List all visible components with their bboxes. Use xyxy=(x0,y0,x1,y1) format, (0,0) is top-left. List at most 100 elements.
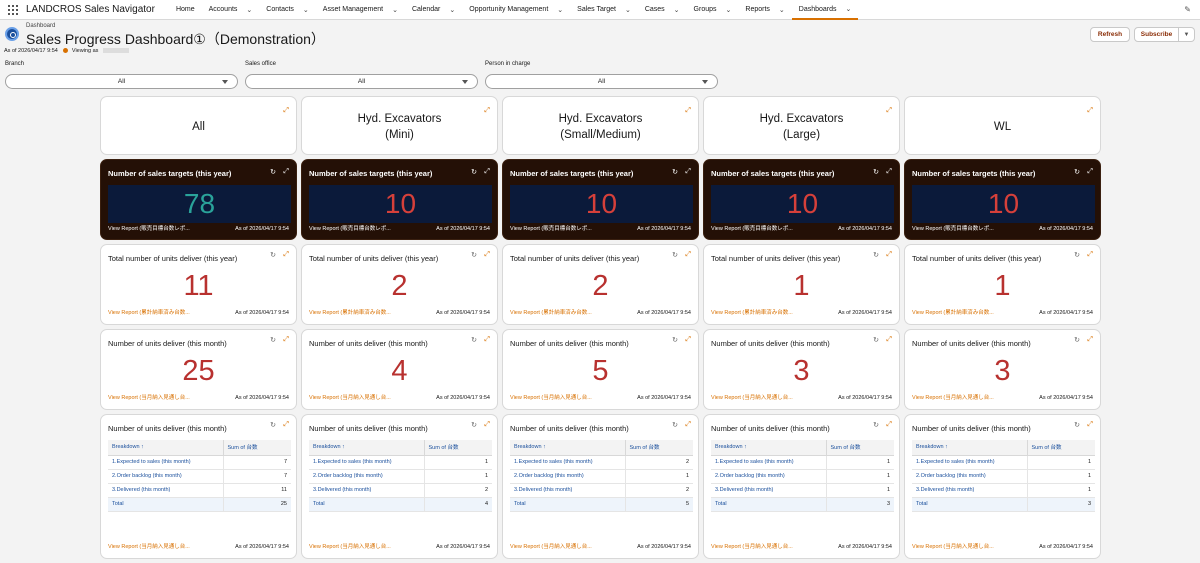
row-label[interactable]: 3.Delivered (this month) xyxy=(108,483,223,498)
refresh-icon[interactable]: ↻ xyxy=(270,421,276,429)
refresh-icon[interactable]: ↻ xyxy=(672,336,678,344)
expand-icon[interactable]: ⤢ xyxy=(283,251,289,259)
expand-icon[interactable]: ⤢ xyxy=(283,421,289,429)
view-report-link[interactable]: View Report (販売目標台数レポ... xyxy=(711,224,793,232)
refresh-icon[interactable]: ↻ xyxy=(672,251,678,259)
view-report-link[interactable]: View Report (当月納入見通し台... xyxy=(711,393,793,401)
refresh-icon[interactable]: ↻ xyxy=(270,251,276,259)
row-label[interactable]: 1.Expected to sales (this month) xyxy=(510,455,625,470)
expand-icon[interactable]: ⤢ xyxy=(685,421,691,429)
refresh-icon[interactable]: ↻ xyxy=(471,168,477,176)
view-report-link[interactable]: View Report (累計納車済み台数... xyxy=(309,308,391,316)
column-header-breakdown[interactable]: Breakdown ↑ xyxy=(912,440,1027,456)
column-header-breakdown[interactable]: Breakdown ↑ xyxy=(309,440,424,456)
row-label[interactable]: 3.Delivered (this month) xyxy=(309,483,424,498)
expand-icon[interactable]: ⤢ xyxy=(484,168,490,176)
refresh-icon[interactable]: ↻ xyxy=(471,336,477,344)
refresh-icon[interactable]: ↻ xyxy=(672,421,678,429)
expand-icon[interactable]: ⤢ xyxy=(484,251,490,259)
expand-icon[interactable]: ⤢ xyxy=(685,103,691,119)
refresh-icon[interactable]: ↻ xyxy=(873,251,879,259)
view-report-link[interactable]: View Report (当月納入見通し台... xyxy=(510,393,592,401)
chevron-down-icon[interactable]: ⌄ xyxy=(246,6,252,14)
expand-icon[interactable]: ⤢ xyxy=(685,168,691,176)
chevron-down-icon[interactable]: ⌄ xyxy=(449,6,455,14)
view-report-link[interactable]: View Report (販売目標台数レポ... xyxy=(108,224,190,232)
chevron-down-icon[interactable]: ⌄ xyxy=(726,6,732,14)
column-header-sum[interactable]: Sum of 台数 xyxy=(1026,440,1095,456)
expand-icon[interactable]: ⤢ xyxy=(484,103,490,119)
expand-icon[interactable]: ⤢ xyxy=(484,336,490,344)
nav-item-accounts[interactable]: Accounts ⌄ xyxy=(202,0,260,20)
column-header-sum[interactable]: Sum of 台数 xyxy=(423,440,492,456)
view-report-link[interactable]: View Report (累計納車済み台数... xyxy=(711,308,793,316)
view-report-link[interactable]: View Report (累計納車済み台数... xyxy=(510,308,592,316)
column-header-breakdown[interactable]: Breakdown ↑ xyxy=(108,440,223,456)
expand-icon[interactable]: ⤢ xyxy=(886,421,892,429)
refresh-icon[interactable]: ↻ xyxy=(471,421,477,429)
view-report-link[interactable]: View Report (当月納入見通し台... xyxy=(309,393,391,401)
chevron-down-icon[interactable]: ⌄ xyxy=(303,6,309,14)
refresh-icon[interactable]: ↻ xyxy=(471,251,477,259)
filter-select[interactable]: All xyxy=(245,74,478,89)
row-label[interactable]: 2.Order backlog (this month) xyxy=(912,469,1027,484)
nav-item-dashboards[interactable]: Dashboards ⌄ xyxy=(791,0,859,20)
refresh-icon[interactable]: ↻ xyxy=(672,168,678,176)
expand-icon[interactable]: ⤢ xyxy=(886,168,892,176)
nav-item-groups[interactable]: Groups ⌄ xyxy=(687,0,739,20)
expand-icon[interactable]: ⤢ xyxy=(1087,336,1093,344)
row-label[interactable]: 3.Delivered (this month) xyxy=(711,483,826,498)
nav-item-contacts[interactable]: Contacts ⌄ xyxy=(259,0,316,20)
nav-item-reports[interactable]: Reports ⌄ xyxy=(738,0,791,20)
expand-icon[interactable]: ⤢ xyxy=(1087,421,1093,429)
refresh-icon[interactable]: ↻ xyxy=(1074,168,1080,176)
expand-icon[interactable]: ⤢ xyxy=(886,103,892,119)
expand-icon[interactable]: ⤢ xyxy=(886,336,892,344)
row-label[interactable]: 3.Delivered (this month) xyxy=(912,483,1027,498)
view-report-link[interactable]: View Report (当月納入見通し台... xyxy=(711,542,793,550)
expand-icon[interactable]: ⤢ xyxy=(886,251,892,259)
refresh-icon[interactable]: ↻ xyxy=(270,168,276,176)
view-report-link[interactable]: View Report (当月納入見通し台... xyxy=(309,542,391,550)
expand-icon[interactable]: ⤢ xyxy=(283,168,289,176)
nav-item-sales-target[interactable]: Sales Target ⌄ xyxy=(570,0,638,20)
expand-icon[interactable]: ⤢ xyxy=(283,336,289,344)
row-label[interactable]: 3.Delivered (this month) xyxy=(510,483,625,498)
expand-icon[interactable]: ⤢ xyxy=(283,103,289,119)
expand-icon[interactable]: ⤢ xyxy=(1087,168,1093,176)
expand-icon[interactable]: ⤢ xyxy=(1087,103,1093,119)
view-report-link[interactable]: View Report (累計納車済み台数... xyxy=(912,308,994,316)
refresh-icon[interactable]: ↻ xyxy=(270,336,276,344)
view-report-link[interactable]: View Report (当月納入見通し台... xyxy=(912,542,994,550)
column-header-sum[interactable]: Sum of 台数 xyxy=(825,440,894,456)
view-report-link[interactable]: View Report (当月納入見通し台... xyxy=(108,542,190,550)
column-header-breakdown[interactable]: Breakdown ↑ xyxy=(711,440,826,456)
edit-nav-icon[interactable]: ✎ xyxy=(1184,5,1191,14)
nav-item-calendar[interactable]: Calendar ⌄ xyxy=(405,0,462,20)
view-report-link[interactable]: View Report (当月納入見通し台... xyxy=(510,542,592,550)
column-header-sum[interactable]: Sum of 台数 xyxy=(624,440,693,456)
nav-item-cases[interactable]: Cases ⌄ xyxy=(638,0,687,20)
view-report-link[interactable]: View Report (販売目標台数レポ... xyxy=(309,224,391,232)
row-label[interactable]: 1.Expected to sales (this month) xyxy=(108,455,223,470)
row-label[interactable]: 2.Order backlog (this month) xyxy=(309,469,424,484)
nav-item-home[interactable]: Home xyxy=(169,0,202,20)
nav-item-asset-management[interactable]: Asset Management ⌄ xyxy=(316,0,405,20)
more-actions-button[interactable]: ▼ xyxy=(1179,27,1195,42)
filter-select[interactable]: All xyxy=(5,74,238,89)
nav-item-opportunity-management[interactable]: Opportunity Management ⌄ xyxy=(462,0,570,20)
column-header-sum[interactable]: Sum of 台数 xyxy=(222,440,291,456)
row-label[interactable]: 2.Order backlog (this month) xyxy=(510,469,625,484)
app-launcher-icon[interactable] xyxy=(8,4,18,15)
row-label[interactable]: 2.Order backlog (this month) xyxy=(108,469,223,484)
expand-icon[interactable]: ⤢ xyxy=(1087,251,1093,259)
chevron-down-icon[interactable]: ⌄ xyxy=(392,6,398,14)
subscribe-button[interactable]: Subscribe xyxy=(1134,27,1179,42)
view-report-link[interactable]: View Report (販売目標台数レポ... xyxy=(912,224,994,232)
row-label[interactable]: 1.Expected to sales (this month) xyxy=(912,455,1027,470)
refresh-icon[interactable]: ↻ xyxy=(1074,251,1080,259)
chevron-down-icon[interactable]: ⌄ xyxy=(625,6,631,14)
view-report-link[interactable]: View Report (当月納入見通し台... xyxy=(108,393,190,401)
chevron-down-icon[interactable]: ⌄ xyxy=(779,6,785,14)
filter-select[interactable]: All xyxy=(485,74,718,89)
